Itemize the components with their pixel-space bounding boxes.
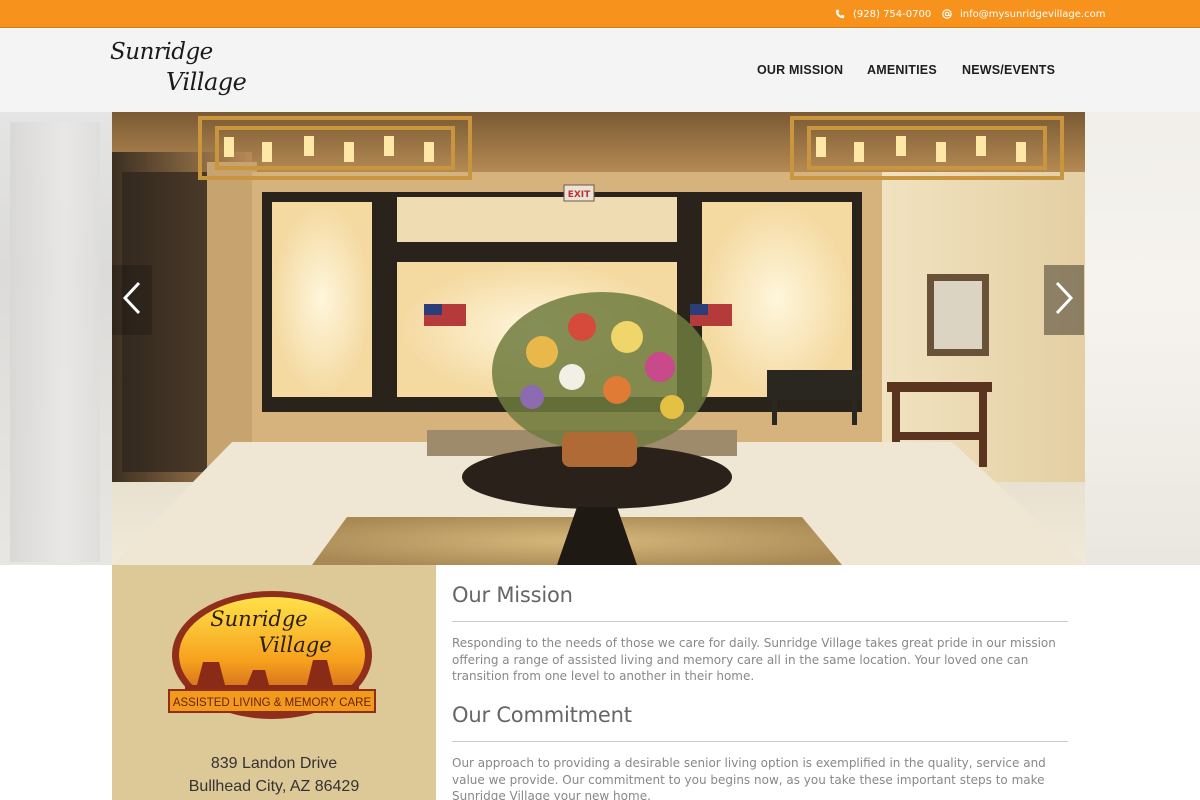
phone-contact[interactable]: (928) 754-0700 [835,0,931,28]
phone-number[interactable]: (928) 754-0700 [853,9,931,20]
contact-bar: (928) 754-0700 info@mysunridgevillage.co… [0,0,1200,28]
email-contact[interactable]: info@mysunridgevillage.com [942,0,1105,28]
main-content: Our Mission Responding to the needs of t… [452,565,1068,800]
next-slide-peek [1085,112,1200,565]
badge-tagline: ASSISTED LIVING & MEMORY CARE [173,697,372,709]
logo-line-1: Sunridge [110,39,213,65]
slider-prev-button[interactable] [112,265,152,335]
chevron-left-icon [121,280,143,320]
sunridge-badge-logo: Sunridge Village ASSISTED LIVING & MEMOR… [167,590,377,720]
nav-our-mission[interactable]: OUR MISSION [757,63,843,77]
address-city: Bullhead City, AZ 86429 [188,778,360,795]
email-address[interactable]: info@mysunridgevillage.com [960,9,1105,20]
mission-text: Responding to the needs of those we care… [452,636,1056,683]
nav-news-events[interactable]: NEWS/EVENTS [962,63,1055,77]
slider-next-button[interactable] [1044,265,1084,335]
lobby-photo: EXIT [112,112,1085,565]
mission-divider [452,621,1068,622]
site-header: Sunridge Village OUR MISSION AMENITIES N… [0,29,1200,112]
hero-slider: EXIT [0,112,1200,565]
phone-icon [835,9,845,19]
location-sidebar: Sunridge Village ASSISTED LIVING & MEMOR… [112,565,436,800]
exit-sign: EXIT [568,190,591,200]
commitment-heading: Our Commitment [452,703,632,727]
mission-heading: Our Mission [452,583,573,607]
previous-slide-peek [0,112,112,565]
site-logo[interactable]: Sunridge Village [110,35,250,105]
logo-line-2: Village [166,68,247,96]
commitment-text: Our approach to providing a desirable se… [452,756,1046,800]
address-street: 839 Landon Drive [210,755,338,772]
nav-amenities[interactable]: AMENITIES [867,63,937,77]
at-icon [942,9,952,19]
chevron-right-icon [1053,280,1075,320]
commitment-divider [452,741,1068,742]
badge-line-2: Village [258,633,331,657]
badge-line-1: Sunridge [210,607,308,631]
